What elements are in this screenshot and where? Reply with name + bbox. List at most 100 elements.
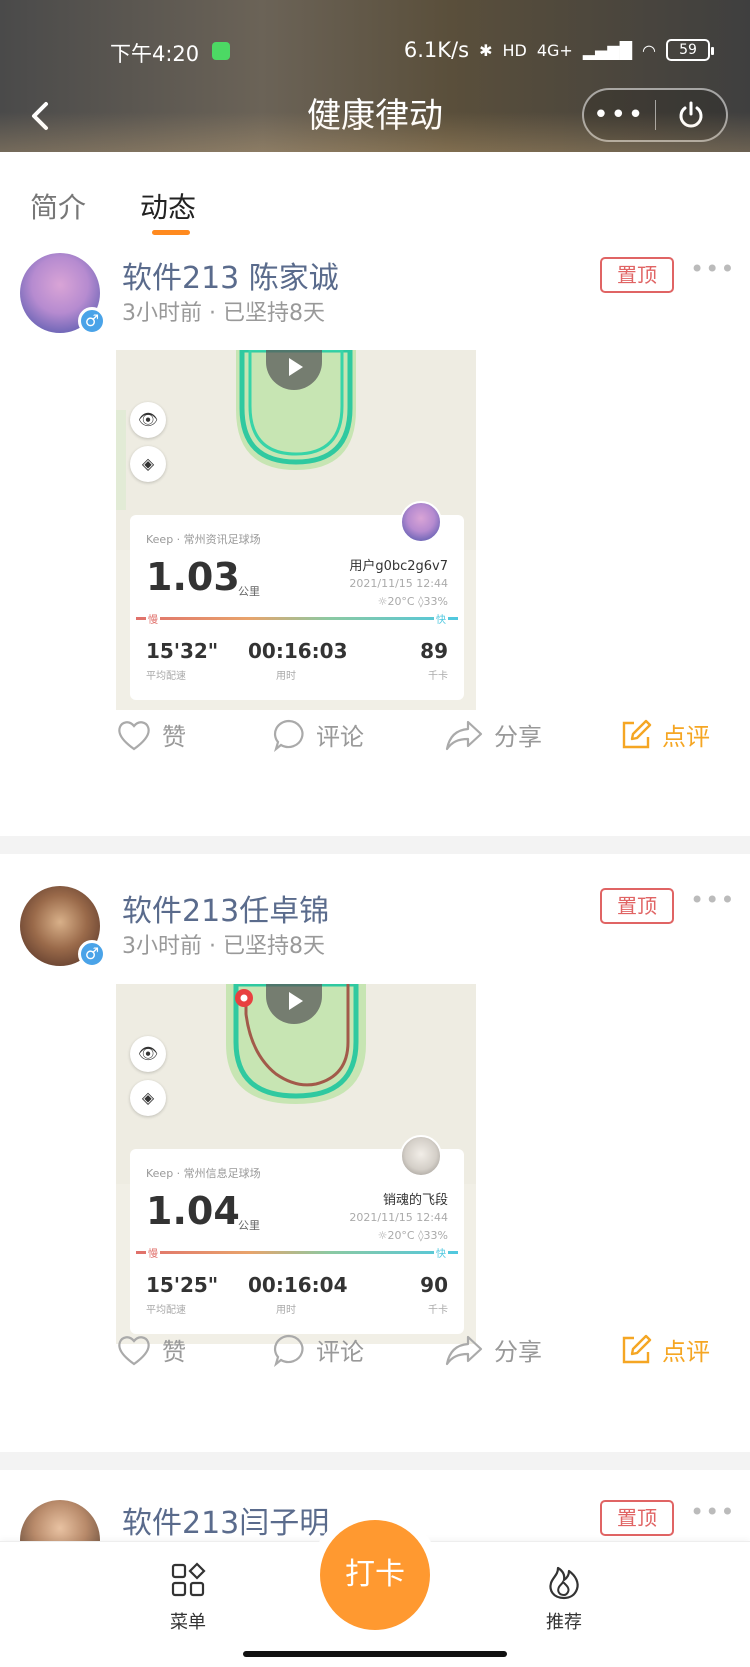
run-record-image[interactable]: 👁 ◈ Keep · 常州资讯足球场 1.03 公里 用户g0bc2g6v7 2…: [116, 350, 476, 710]
fast-label: 快: [434, 611, 448, 626]
run-weather: ☼20°C ◊33%: [377, 595, 448, 608]
status-bar: 下午4:20 6.1K/s ✱ HD 4G+ ▂▄▆█ ◠ 59: [0, 38, 750, 68]
post-streak: 已坚持8天: [223, 301, 325, 326]
eye-icon[interactable]: 👁: [130, 402, 166, 438]
nav-menu[interactable]: 菜单: [148, 1558, 228, 1634]
comment-button[interactable]: 评论: [272, 1332, 364, 1367]
like-label: 赞: [162, 1338, 186, 1366]
power-icon[interactable]: [656, 88, 727, 142]
signal-icon: ▂▄▆█: [582, 40, 633, 60]
signal-type: 4G+: [536, 40, 573, 60]
post-more-icon[interactable]: •••: [690, 1498, 735, 1526]
male-icon: ♂: [78, 940, 106, 968]
status-time: 下午4:20: [110, 42, 200, 66]
checkin-button[interactable]: 打卡: [320, 1520, 430, 1630]
review-button[interactable]: 点评: [620, 717, 710, 752]
run-distance: 1.04: [146, 1189, 240, 1233]
calories-label: 千卡: [428, 671, 448, 682]
pace-label: 平均配速: [146, 671, 186, 682]
heart-icon: [118, 720, 150, 750]
pace-gradient-bar: [136, 1251, 458, 1254]
runner-name: 销魂的飞段: [382, 1193, 448, 1208]
layers-icon[interactable]: ◈: [130, 1080, 166, 1116]
slow-label: 慢: [146, 611, 160, 626]
hd-badge: HD: [502, 40, 527, 60]
status-right: 6.1K/s ✱ HD 4G+ ▂▄▆█ ◠ 59: [403, 38, 714, 62]
post-divider: [0, 836, 750, 854]
duration-label: 用时: [276, 1305, 296, 1316]
run-duration: 00:16:04: [248, 1273, 348, 1297]
post-more-icon[interactable]: •••: [690, 886, 735, 914]
run-source: Keep · 常州资讯足球场: [146, 533, 261, 546]
run-pace: 15'25": [146, 1273, 219, 1297]
bluetooth-icon: ✱: [479, 40, 493, 60]
top-bar: 下午4:20 6.1K/s ✱ HD 4G+ ▂▄▆█ ◠ 59 健康律动 ••…: [0, 0, 750, 152]
post-card: ♂ 软件213任卓锦 3小时前 · 已坚持8天 置顶 ••• 👁 ◈ Keep …: [0, 862, 750, 1402]
nav-recommend[interactable]: 推荐: [524, 1558, 604, 1634]
post-streak: 已坚持8天: [223, 934, 325, 959]
run-summary-card: Keep · 常州信息足球场 1.04 公里 销魂的飞段 2021/11/15 …: [130, 1135, 464, 1334]
app-notification-icon: [212, 42, 230, 60]
review-button[interactable]: 点评: [620, 1332, 710, 1367]
run-date: 2021/11/15 12:44: [349, 577, 448, 590]
calories-label: 千卡: [428, 1305, 448, 1316]
tab-intro[interactable]: 简介: [30, 186, 86, 226]
edit-icon: [622, 1334, 652, 1363]
nav-recommend-label: 推荐: [546, 1612, 582, 1633]
like-button[interactable]: 赞: [116, 1332, 186, 1367]
runner-name: 用户g0bc2g6v7: [349, 559, 448, 574]
tab-bar: 简介 动态: [0, 152, 750, 260]
share-icon: [445, 720, 483, 750]
share-label: 分享: [494, 723, 542, 751]
share-button[interactable]: 分享: [444, 1332, 542, 1367]
like-button[interactable]: 赞: [116, 717, 186, 752]
fire-icon: [524, 1558, 604, 1602]
meta-separator: ·: [209, 301, 216, 326]
meta-separator: ·: [209, 934, 216, 959]
post-author[interactable]: 软件213任卓锦: [122, 886, 329, 930]
distance-unit: 公里: [238, 1219, 260, 1232]
review-label: 点评: [662, 723, 710, 751]
post-meta: 3小时前 · 已坚持8天: [122, 295, 325, 327]
pace-label: 平均配速: [146, 1305, 186, 1316]
comment-button[interactable]: 评论: [272, 717, 364, 752]
battery-icon: 59: [666, 39, 714, 61]
duration-label: 用时: [276, 671, 296, 682]
avatar[interactable]: ♂: [20, 886, 106, 968]
menu-grid-icon: [148, 1558, 228, 1602]
pinned-badge: 置顶: [600, 888, 674, 924]
layers-icon[interactable]: ◈: [130, 446, 166, 482]
run-pace: 15'32": [146, 639, 219, 663]
review-label: 点评: [662, 1338, 710, 1366]
active-tab-indicator: [152, 230, 190, 235]
share-button[interactable]: 分享: [444, 717, 542, 752]
tab-feed[interactable]: 动态: [140, 186, 196, 226]
share-icon: [445, 1335, 483, 1365]
run-record-image[interactable]: 👁 ◈ Keep · 常州信息足球场 1.04 公里 销魂的飞段 2021/11…: [116, 984, 476, 1344]
run-calories: 90: [420, 1273, 448, 1297]
avatar[interactable]: ♂: [20, 253, 106, 335]
post-actions: 赞 评论 分享 点评: [0, 1332, 750, 1382]
like-label: 赞: [162, 723, 186, 751]
post-author[interactable]: 软件213闫子明: [122, 1498, 329, 1542]
comment-icon: [273, 719, 304, 752]
nav-bar: 健康律动 •••: [0, 88, 750, 148]
share-label: 分享: [494, 1338, 542, 1366]
eye-icon[interactable]: 👁: [130, 1036, 166, 1072]
post-more-icon[interactable]: •••: [690, 255, 735, 283]
run-date: 2021/11/15 12:44: [349, 1211, 448, 1224]
page: 下午4:20 6.1K/s ✱ HD 4G+ ▂▄▆█ ◠ 59 健康律动 ••…: [0, 0, 750, 1667]
slow-label: 慢: [146, 1245, 160, 1260]
heart-icon: [118, 1335, 150, 1365]
run-source: Keep · 常州信息足球场: [146, 1167, 261, 1180]
network-speed: 6.1K/s: [403, 38, 470, 62]
comment-label: 评论: [316, 723, 364, 751]
post-divider: [0, 1452, 750, 1470]
comment-icon: [273, 1334, 304, 1367]
fast-label: 快: [434, 1245, 448, 1260]
distance-unit: 公里: [238, 585, 260, 598]
more-icon[interactable]: •••: [584, 88, 655, 142]
post-author[interactable]: 软件213 陈家诚: [122, 253, 339, 297]
edit-icon: [622, 719, 652, 748]
pace-gradient-bar: [136, 617, 458, 620]
